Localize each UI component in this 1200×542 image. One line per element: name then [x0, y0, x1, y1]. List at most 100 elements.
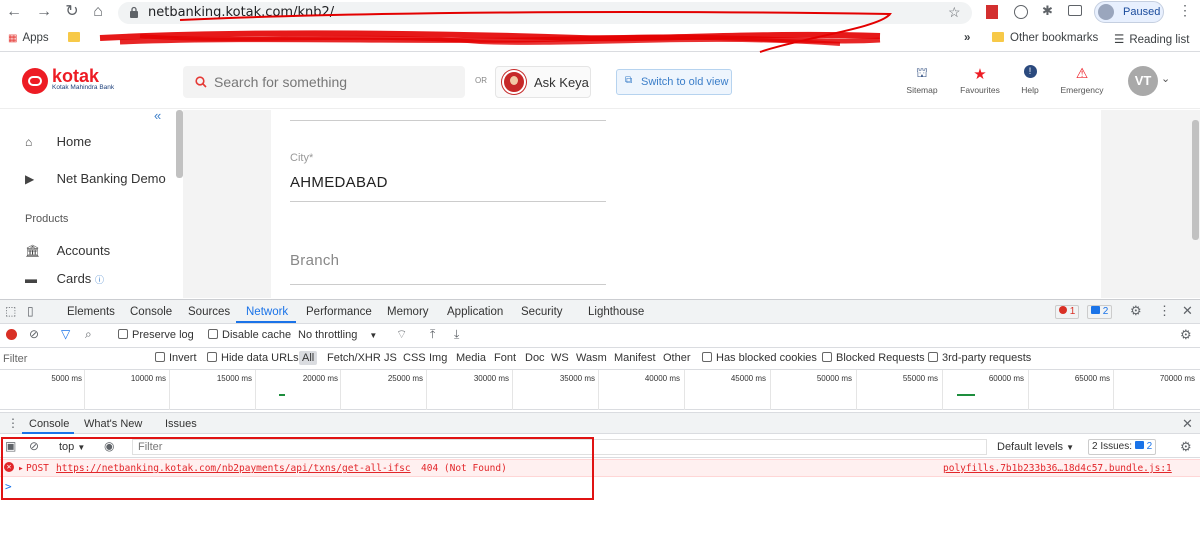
timeline-tick: 30000 ms	[473, 374, 509, 383]
filter-type-js[interactable]: JS	[384, 352, 397, 364]
extension-circle-icon[interactable]	[1014, 5, 1028, 19]
sitemap-link[interactable]: ⛫ Sitemap	[898, 65, 946, 95]
drawer-tab-console[interactable]: Console	[29, 418, 69, 430]
keya-avatar	[502, 70, 526, 94]
tab-sources[interactable]: Sources	[188, 306, 230, 318]
bookmark-folder-1[interactable]	[68, 32, 86, 44]
tab-security[interactable]: Security	[521, 306, 563, 318]
sidebar-item-net-banking-demo[interactable]: ▶ Net Banking Demo	[25, 171, 166, 186]
city-field[interactable]: AHMEDABAD	[290, 174, 388, 191]
extension-icon[interactable]	[986, 5, 998, 19]
filter-type-media[interactable]: Media	[456, 352, 486, 364]
clear-icon[interactable]: ⊘	[29, 327, 39, 341]
wifi-icon[interactable]: ⌔	[396, 327, 407, 342]
network-settings-icon[interactable]: ⚙	[1180, 327, 1192, 343]
settings-gear-icon[interactable]: ⚙	[1130, 303, 1142, 319]
filter-type-manifest[interactable]: Manifest	[614, 352, 656, 364]
sidebar-scrollbar[interactable]	[176, 110, 183, 178]
throttling-select[interactable]: No throttling ▼	[298, 329, 377, 341]
switch-old-view-button[interactable]: ⧉ Switch to old view	[616, 69, 732, 95]
help-link[interactable]: ! Help	[1014, 65, 1046, 95]
tab-memory[interactable]: Memory	[387, 306, 429, 318]
kotak-logo-icon[interactable]	[22, 68, 48, 94]
sidebar-item-label: Cards	[56, 271, 92, 286]
user-avatar[interactable]: VT	[1128, 66, 1158, 96]
filter-type-css[interactable]: CSS	[403, 352, 426, 364]
favourites-link[interactable]: ★ Favourites	[954, 65, 1006, 95]
network-filter-input[interactable]: Filter	[3, 353, 143, 365]
bookmarks-overflow[interactable]: »	[964, 32, 970, 44]
console-settings-icon[interactable]: ⚙	[1180, 439, 1192, 455]
sidebar-item-label: Net Banking Demo	[56, 171, 166, 186]
default-levels-select[interactable]: Default levels ▼	[997, 441, 1074, 453]
blocked-cookies-checkbox[interactable]: Has blocked cookies	[702, 352, 817, 364]
issues-badge[interactable]: 2 Issues: 2	[1088, 439, 1157, 455]
bookmark-star-icon[interactable]: ☆	[948, 4, 961, 21]
menu-kebab-icon[interactable]: ⋮	[1178, 2, 1192, 19]
tab-network[interactable]: Network	[246, 306, 288, 318]
filter-type-wasm[interactable]: Wasm	[576, 352, 607, 364]
message-count-badge[interactable]: 2	[1087, 305, 1113, 319]
filter-type-font[interactable]: Font	[494, 352, 516, 364]
filter-type-fetch-xhr[interactable]: Fetch/XHR	[327, 352, 381, 364]
disable-cache-checkbox[interactable]: Disable cache	[208, 329, 291, 341]
branch-field[interactable]: Branch	[290, 252, 339, 269]
timeline-tick: 55000 ms	[902, 374, 938, 383]
reload-icon[interactable]: ↻	[62, 2, 82, 22]
filter-type-doc[interactable]: Doc	[525, 352, 545, 364]
or-separator: OR	[475, 76, 487, 85]
filter-type-all[interactable]: All	[299, 351, 318, 365]
tab-lighthouse[interactable]: Lighthouse	[588, 306, 644, 318]
tab-application[interactable]: Application	[447, 306, 503, 318]
ask-keya-button[interactable]: Ask Keya	[495, 66, 591, 98]
record-icon[interactable]	[6, 329, 17, 340]
filter-type-img[interactable]: Img	[429, 352, 447, 364]
filter-funnel-icon[interactable]: ▽	[61, 327, 70, 341]
play-icon: ▶	[25, 172, 35, 186]
filter-type-ws[interactable]: WS	[551, 352, 569, 364]
tab-performance[interactable]: Performance	[306, 306, 372, 318]
search-icon[interactable]: ⌕	[85, 327, 92, 342]
drawer-tab-whats-new[interactable]: What's New	[84, 418, 142, 430]
other-bookmarks[interactable]: Other bookmarks	[992, 32, 1098, 44]
filter-type-other[interactable]: Other	[663, 352, 691, 364]
invert-checkbox[interactable]: Invert	[155, 352, 197, 364]
error-source-link[interactable]: polyfills.7b1b233b36…18d4c57.bundle.js:1	[943, 463, 1172, 474]
drawer-menu-icon[interactable]: ⋮	[7, 416, 19, 430]
search-input[interactable]: Search for something	[183, 66, 465, 98]
drawer-tab-issues[interactable]: Issues	[165, 418, 197, 430]
third-party-checkbox[interactable]: 3rd-party requests	[928, 352, 1031, 364]
close-devtools-icon[interactable]: ✕	[1182, 303, 1193, 319]
forward-icon[interactable]: →	[34, 2, 54, 22]
sidebar-item-home[interactable]: ⌂ Home	[25, 134, 91, 149]
emergency-link[interactable]: ⚠ Emergency	[1056, 65, 1108, 95]
sidebar-item-accounts[interactable]: 🏛 Accounts	[25, 243, 110, 258]
page-scrollbar[interactable]	[1192, 120, 1199, 240]
sidebar-item-cards[interactable]: ▬ Cards ⓘ	[25, 271, 104, 286]
cast-icon[interactable]	[1068, 5, 1082, 16]
collapse-sidebar-button[interactable]: «	[154, 108, 161, 123]
puzzle-icon[interactable]: ✱	[1042, 3, 1053, 19]
info-icon[interactable]: ⓘ	[95, 275, 104, 285]
tab-elements[interactable]: Elements	[67, 306, 115, 318]
upload-icon[interactable]: ⤒	[430, 327, 435, 342]
apps-bookmark[interactable]: ▦ Apps	[8, 32, 49, 44]
address-bar[interactable]: netbanking.kotak.com/knb2/ ☆	[118, 2, 972, 24]
home-icon[interactable]: ⌂	[88, 2, 108, 22]
preserve-log-checkbox[interactable]: Preserve log	[118, 329, 194, 341]
hide-data-urls-checkbox[interactable]: Hide data URLs	[207, 352, 299, 364]
tab-console[interactable]: Console	[130, 306, 172, 318]
network-timeline[interactable]: 5000 ms 10000 ms 15000 ms 20000 ms 25000…	[0, 370, 1200, 410]
device-toolbar-icon[interactable]: ▯	[27, 304, 34, 318]
blocked-requests-checkbox[interactable]: Blocked Requests	[822, 352, 925, 364]
devtools-menu-icon[interactable]: ⋮	[1158, 303, 1171, 319]
profile-paused-button[interactable]: Paused	[1094, 1, 1164, 23]
reading-list[interactable]: ☰ Reading list	[1114, 32, 1189, 46]
inspect-icon[interactable]: ⬚	[5, 304, 16, 318]
timeline-tick: 10000 ms	[130, 374, 166, 383]
close-drawer-icon[interactable]: ✕	[1182, 416, 1193, 432]
chevron-down-icon[interactable]: ⌄	[1161, 72, 1170, 85]
back-icon[interactable]: ←	[4, 2, 24, 22]
error-count-badge[interactable]: 1	[1055, 305, 1080, 319]
download-icon[interactable]: ⤓	[454, 327, 459, 342]
